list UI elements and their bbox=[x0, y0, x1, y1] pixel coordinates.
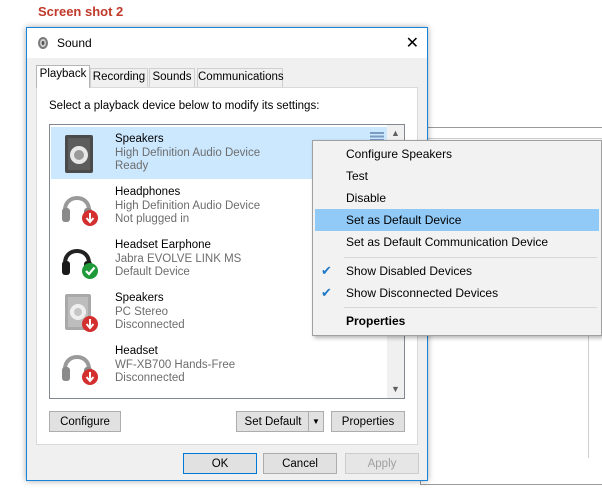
tab-sounds[interactable]: Sounds bbox=[149, 68, 195, 88]
menu-item-show-disabled[interactable]: ✔ Show Disabled Devices bbox=[315, 260, 599, 282]
device-name: Headphones bbox=[115, 186, 181, 198]
menu-item-set-default-device[interactable]: Set as Default Device bbox=[315, 209, 599, 231]
menu-item-show-disconnected[interactable]: ✔ Show Disconnected Devices bbox=[315, 282, 599, 304]
set-default-button[interactable]: Set Default ▼ bbox=[236, 411, 324, 432]
menu-item-label: Show Disconnected Devices bbox=[346, 286, 499, 300]
instruction-text: Select a playback device below to modify… bbox=[49, 100, 320, 112]
tab-recording[interactable]: Recording bbox=[90, 68, 148, 88]
menu-item-label: Configure Speakers bbox=[346, 147, 453, 161]
menu-item-label: Set as Default Device bbox=[346, 213, 462, 227]
device-name: Speakers bbox=[115, 292, 164, 304]
apply-button: Apply bbox=[345, 453, 419, 474]
device-status: Default Device bbox=[115, 266, 190, 278]
dialog-title: Sound bbox=[57, 36, 92, 50]
menu-item-set-default-communication[interactable]: Set as Default Communication Device bbox=[315, 231, 599, 253]
device-status: Not plugged in bbox=[115, 213, 190, 225]
tab-communications[interactable]: Communications bbox=[197, 68, 284, 88]
scroll-down-icon[interactable]: ▼ bbox=[387, 381, 404, 398]
menu-item-disable[interactable]: Disable bbox=[315, 187, 599, 209]
menu-item-label: Set as Default Communication Device bbox=[346, 235, 549, 249]
device-name: Headset bbox=[115, 345, 158, 357]
close-icon[interactable]: ✕ bbox=[406, 33, 419, 53]
cancel-button[interactable]: Cancel bbox=[263, 453, 337, 474]
device-description: WF-XB700 Hands-Free bbox=[115, 359, 236, 371]
checkmark-icon: ✔ bbox=[321, 263, 332, 278]
set-default-label: Set Default bbox=[244, 416, 302, 428]
headphones-icon bbox=[62, 355, 98, 385]
default-badge bbox=[82, 263, 98, 279]
device-description: Jabra EVOLVE LINK MS bbox=[115, 253, 242, 265]
speaker-icon bbox=[65, 135, 93, 173]
menu-item-label: Properties bbox=[346, 314, 406, 328]
headset-icon bbox=[62, 249, 98, 279]
device-description: PC Stereo bbox=[115, 306, 169, 318]
screenshot-caption: Screen shot 2 bbox=[38, 4, 124, 19]
device-item-headset[interactable]: Headset WF-XB700 Hands-Free Disconnected bbox=[51, 339, 388, 391]
tab-playback[interactable]: Playback bbox=[36, 65, 90, 88]
menu-item-label: Disable bbox=[346, 191, 387, 205]
device-status: Disconnected bbox=[115, 372, 185, 384]
device-description: High Definition Audio Device bbox=[115, 147, 261, 159]
configure-button[interactable]: Configure bbox=[49, 411, 121, 432]
properties-button[interactable]: Properties bbox=[331, 411, 405, 432]
title-bar: Sound ✕ bbox=[27, 28, 427, 58]
headphones-icon bbox=[62, 196, 98, 226]
menu-item-configure-speakers[interactable]: Configure Speakers bbox=[315, 143, 599, 165]
device-status: Disconnected bbox=[115, 319, 185, 331]
menu-item-label: Show Disabled Devices bbox=[346, 264, 473, 278]
sound-app-icon bbox=[38, 37, 48, 49]
menu-separator bbox=[344, 257, 597, 258]
device-name: Speakers bbox=[115, 133, 164, 145]
chevron-down-icon[interactable]: ▼ bbox=[308, 412, 323, 431]
ok-button[interactable]: OK bbox=[183, 453, 257, 474]
menu-item-test[interactable]: Test bbox=[315, 165, 599, 187]
device-description: High Definition Audio Device bbox=[115, 200, 261, 212]
device-context-menu: Configure Speakers Test Disable Set as D… bbox=[312, 140, 602, 336]
speaker-icon bbox=[65, 294, 98, 332]
menu-separator bbox=[344, 307, 597, 308]
checkmark-icon: ✔ bbox=[321, 285, 332, 300]
device-status: Ready bbox=[115, 160, 149, 172]
menu-item-label: Test bbox=[346, 169, 369, 183]
device-name: Headset Earphone bbox=[115, 239, 211, 251]
menu-item-properties[interactable]: Properties bbox=[315, 310, 599, 332]
